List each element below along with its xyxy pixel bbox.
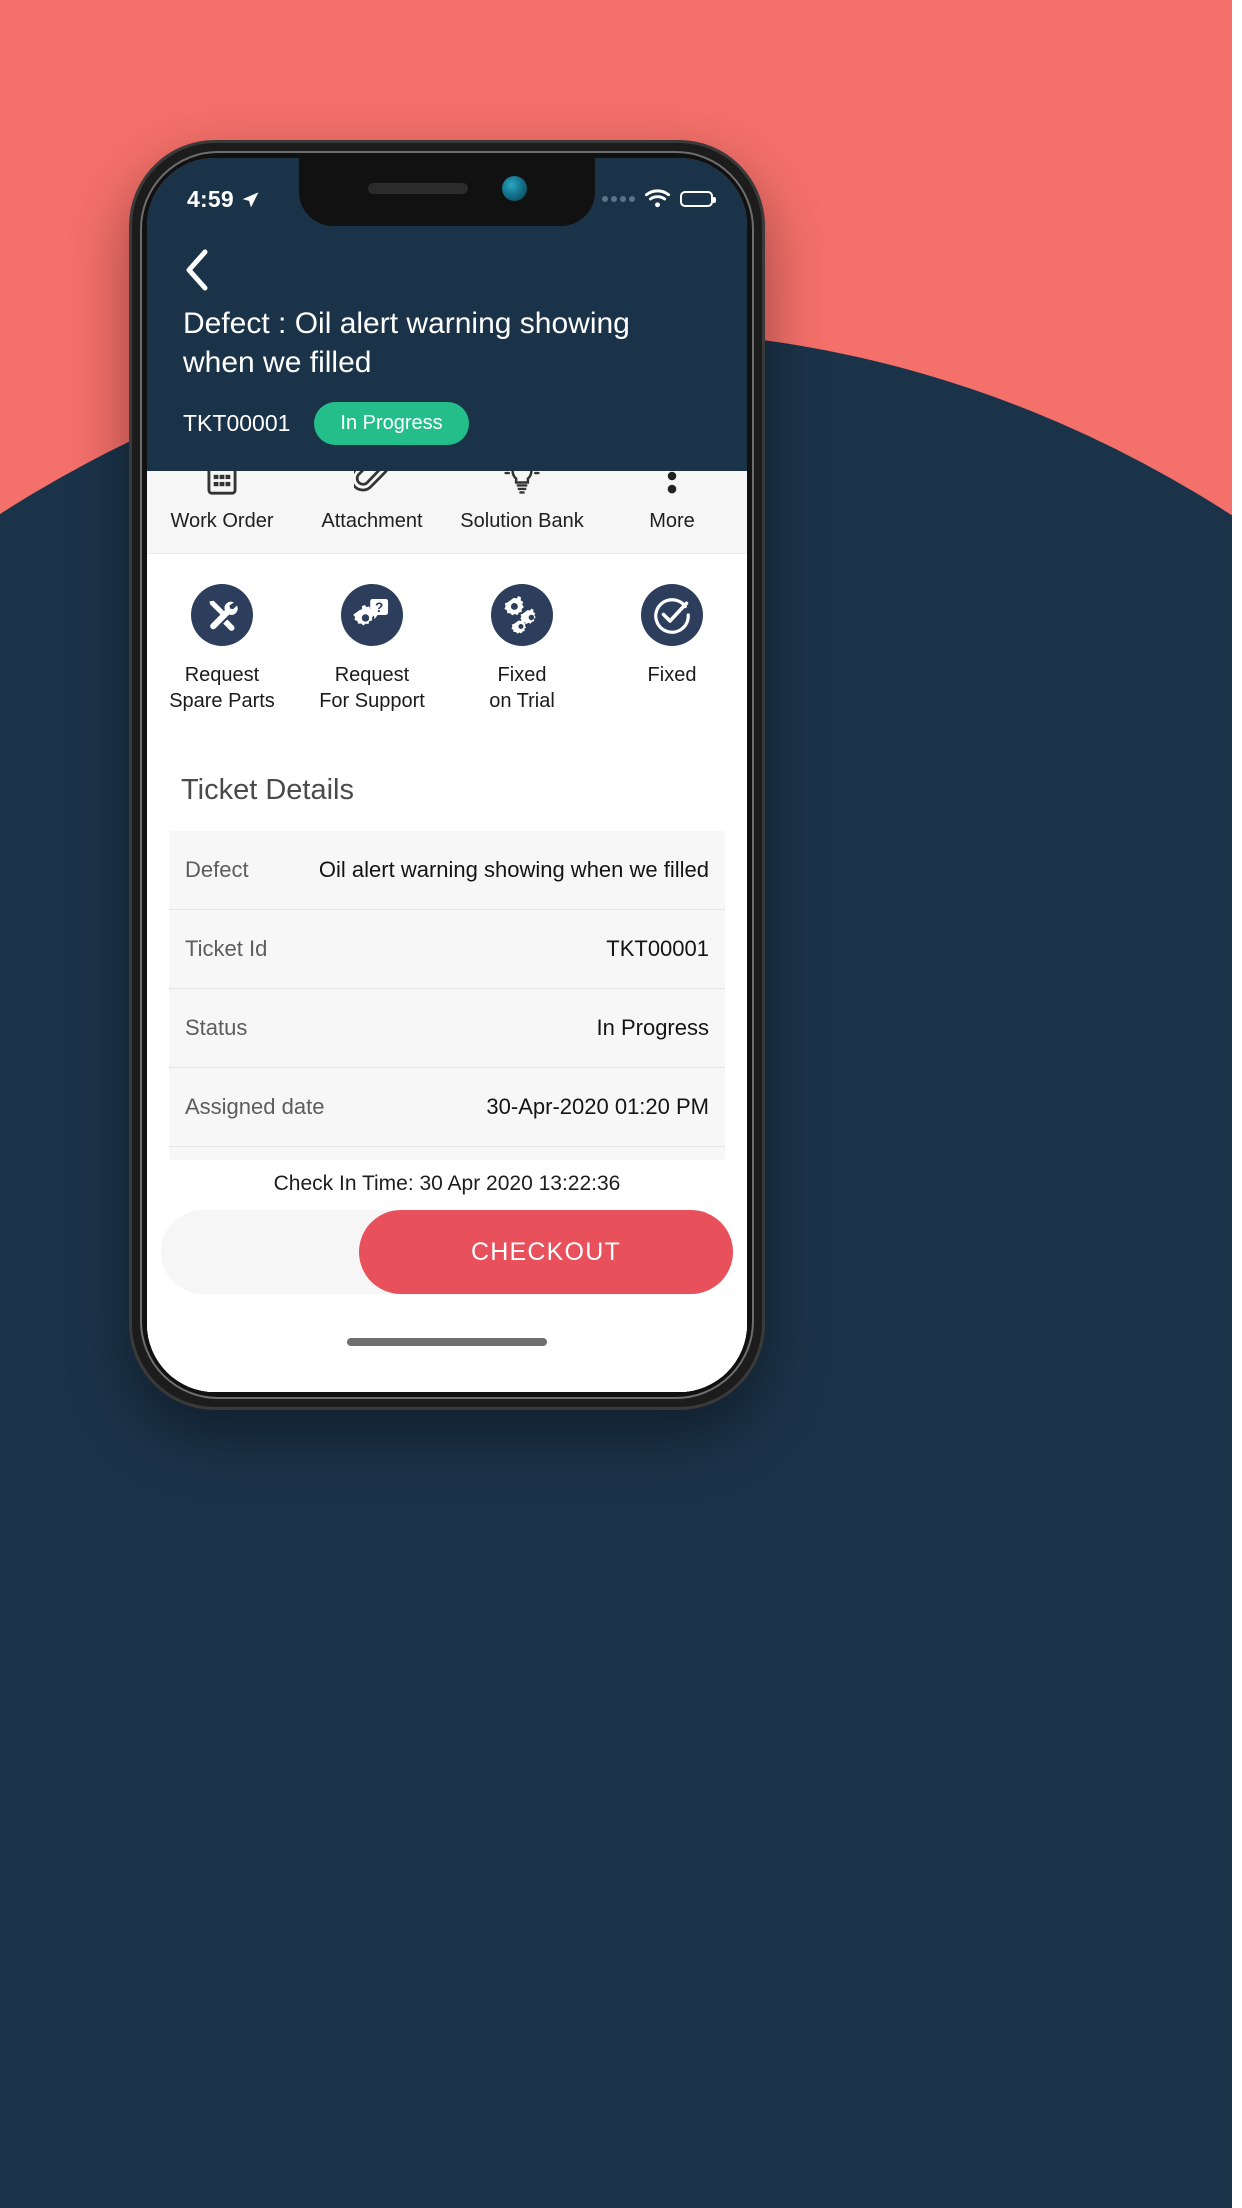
table-row: Ticket Id TKT00001	[169, 910, 725, 989]
action-request-for-support[interactable]: ? Request For Support	[297, 584, 447, 714]
action-fixed-on-trial[interactable]: Fixed on Trial	[447, 584, 597, 714]
phone-mockup: Defect : Oil alert warning showing when …	[129, 140, 765, 1410]
details-heading: Ticket Details	[181, 774, 354, 806]
status-badge: In Progress	[314, 402, 469, 445]
status-bar-right	[602, 189, 716, 209]
detail-value: Oil alert warning showing when we filled	[318, 857, 709, 882]
action-label: Request For Support	[319, 664, 425, 712]
table-row: Status In Progress	[169, 989, 725, 1068]
gear-question-icon: ?	[341, 584, 403, 646]
header-meta: TKT00001 In Progress	[147, 382, 747, 471]
table-row: Assigned date 30-Apr-2020 01:20 PM	[169, 1068, 725, 1147]
ticket-code: TKT00001	[183, 410, 291, 436]
table-row: Defect Oil alert warning showing when we…	[169, 831, 725, 910]
tab-label: Work Order	[170, 510, 274, 532]
bottom-dock: Check In Time: 30 Apr 2020 13:22:36 CHEC…	[147, 1160, 747, 1392]
gears-icon	[491, 584, 553, 646]
detail-key: Status	[185, 1015, 248, 1040]
action-fixed[interactable]: Fixed	[597, 584, 747, 714]
dock-spacer	[147, 1362, 747, 1392]
phone-notch	[299, 158, 595, 226]
tab-label: Attachment	[321, 510, 423, 532]
status-bar-left: 4:59	[187, 186, 260, 213]
action-label: Fixed	[647, 664, 697, 686]
svg-text:?: ?	[375, 600, 383, 615]
battery-full-icon	[680, 191, 716, 207]
check-circle-icon	[641, 584, 703, 646]
tab-label: More	[649, 510, 695, 532]
page-title: Defect : Oil alert warning showing when …	[183, 307, 630, 379]
home-indicator[interactable]	[347, 1338, 547, 1346]
phone-screen: Defect : Oil alert warning showing when …	[147, 158, 747, 1392]
detail-value: 30-Apr-2020 01:20 PM	[486, 1094, 709, 1119]
tools-icon	[191, 584, 253, 646]
signal-dots-icon	[602, 196, 635, 202]
action-label: Fixed on Trial	[489, 664, 555, 712]
tab-label: Solution Bank	[460, 510, 584, 532]
detail-key: Ticket Id	[185, 936, 268, 961]
location-arrow-icon	[242, 191, 259, 207]
detail-key: Defect	[185, 857, 249, 882]
detail-value: In Progress	[596, 1015, 710, 1040]
action-request-spare-parts[interactable]: Request Spare Parts	[147, 584, 297, 714]
quick-actions-row: Request Spare Parts ? Request For Suppor…	[147, 554, 747, 748]
background-right-margin	[1232, 0, 1242, 2208]
front-camera	[501, 175, 527, 201]
detail-value: TKT00001	[606, 936, 709, 961]
chevron-left-icon	[186, 249, 208, 291]
checkout-button[interactable]: CHECKOUT	[359, 1210, 733, 1294]
back-button[interactable]	[175, 248, 219, 292]
dock-buttons: CHECKIN CHECKOUT	[161, 1210, 733, 1294]
check-in-time-label: Check In Time: 30 Apr 2020 13:22:36	[147, 1160, 747, 1210]
wifi-icon	[644, 189, 671, 208]
action-label: Request Spare Parts	[169, 664, 275, 712]
background-navy-base	[0, 1620, 1232, 2208]
detail-key: Assigned date	[185, 1094, 325, 1119]
earpiece-speaker	[367, 182, 468, 194]
status-time: 4:59	[187, 185, 234, 212]
